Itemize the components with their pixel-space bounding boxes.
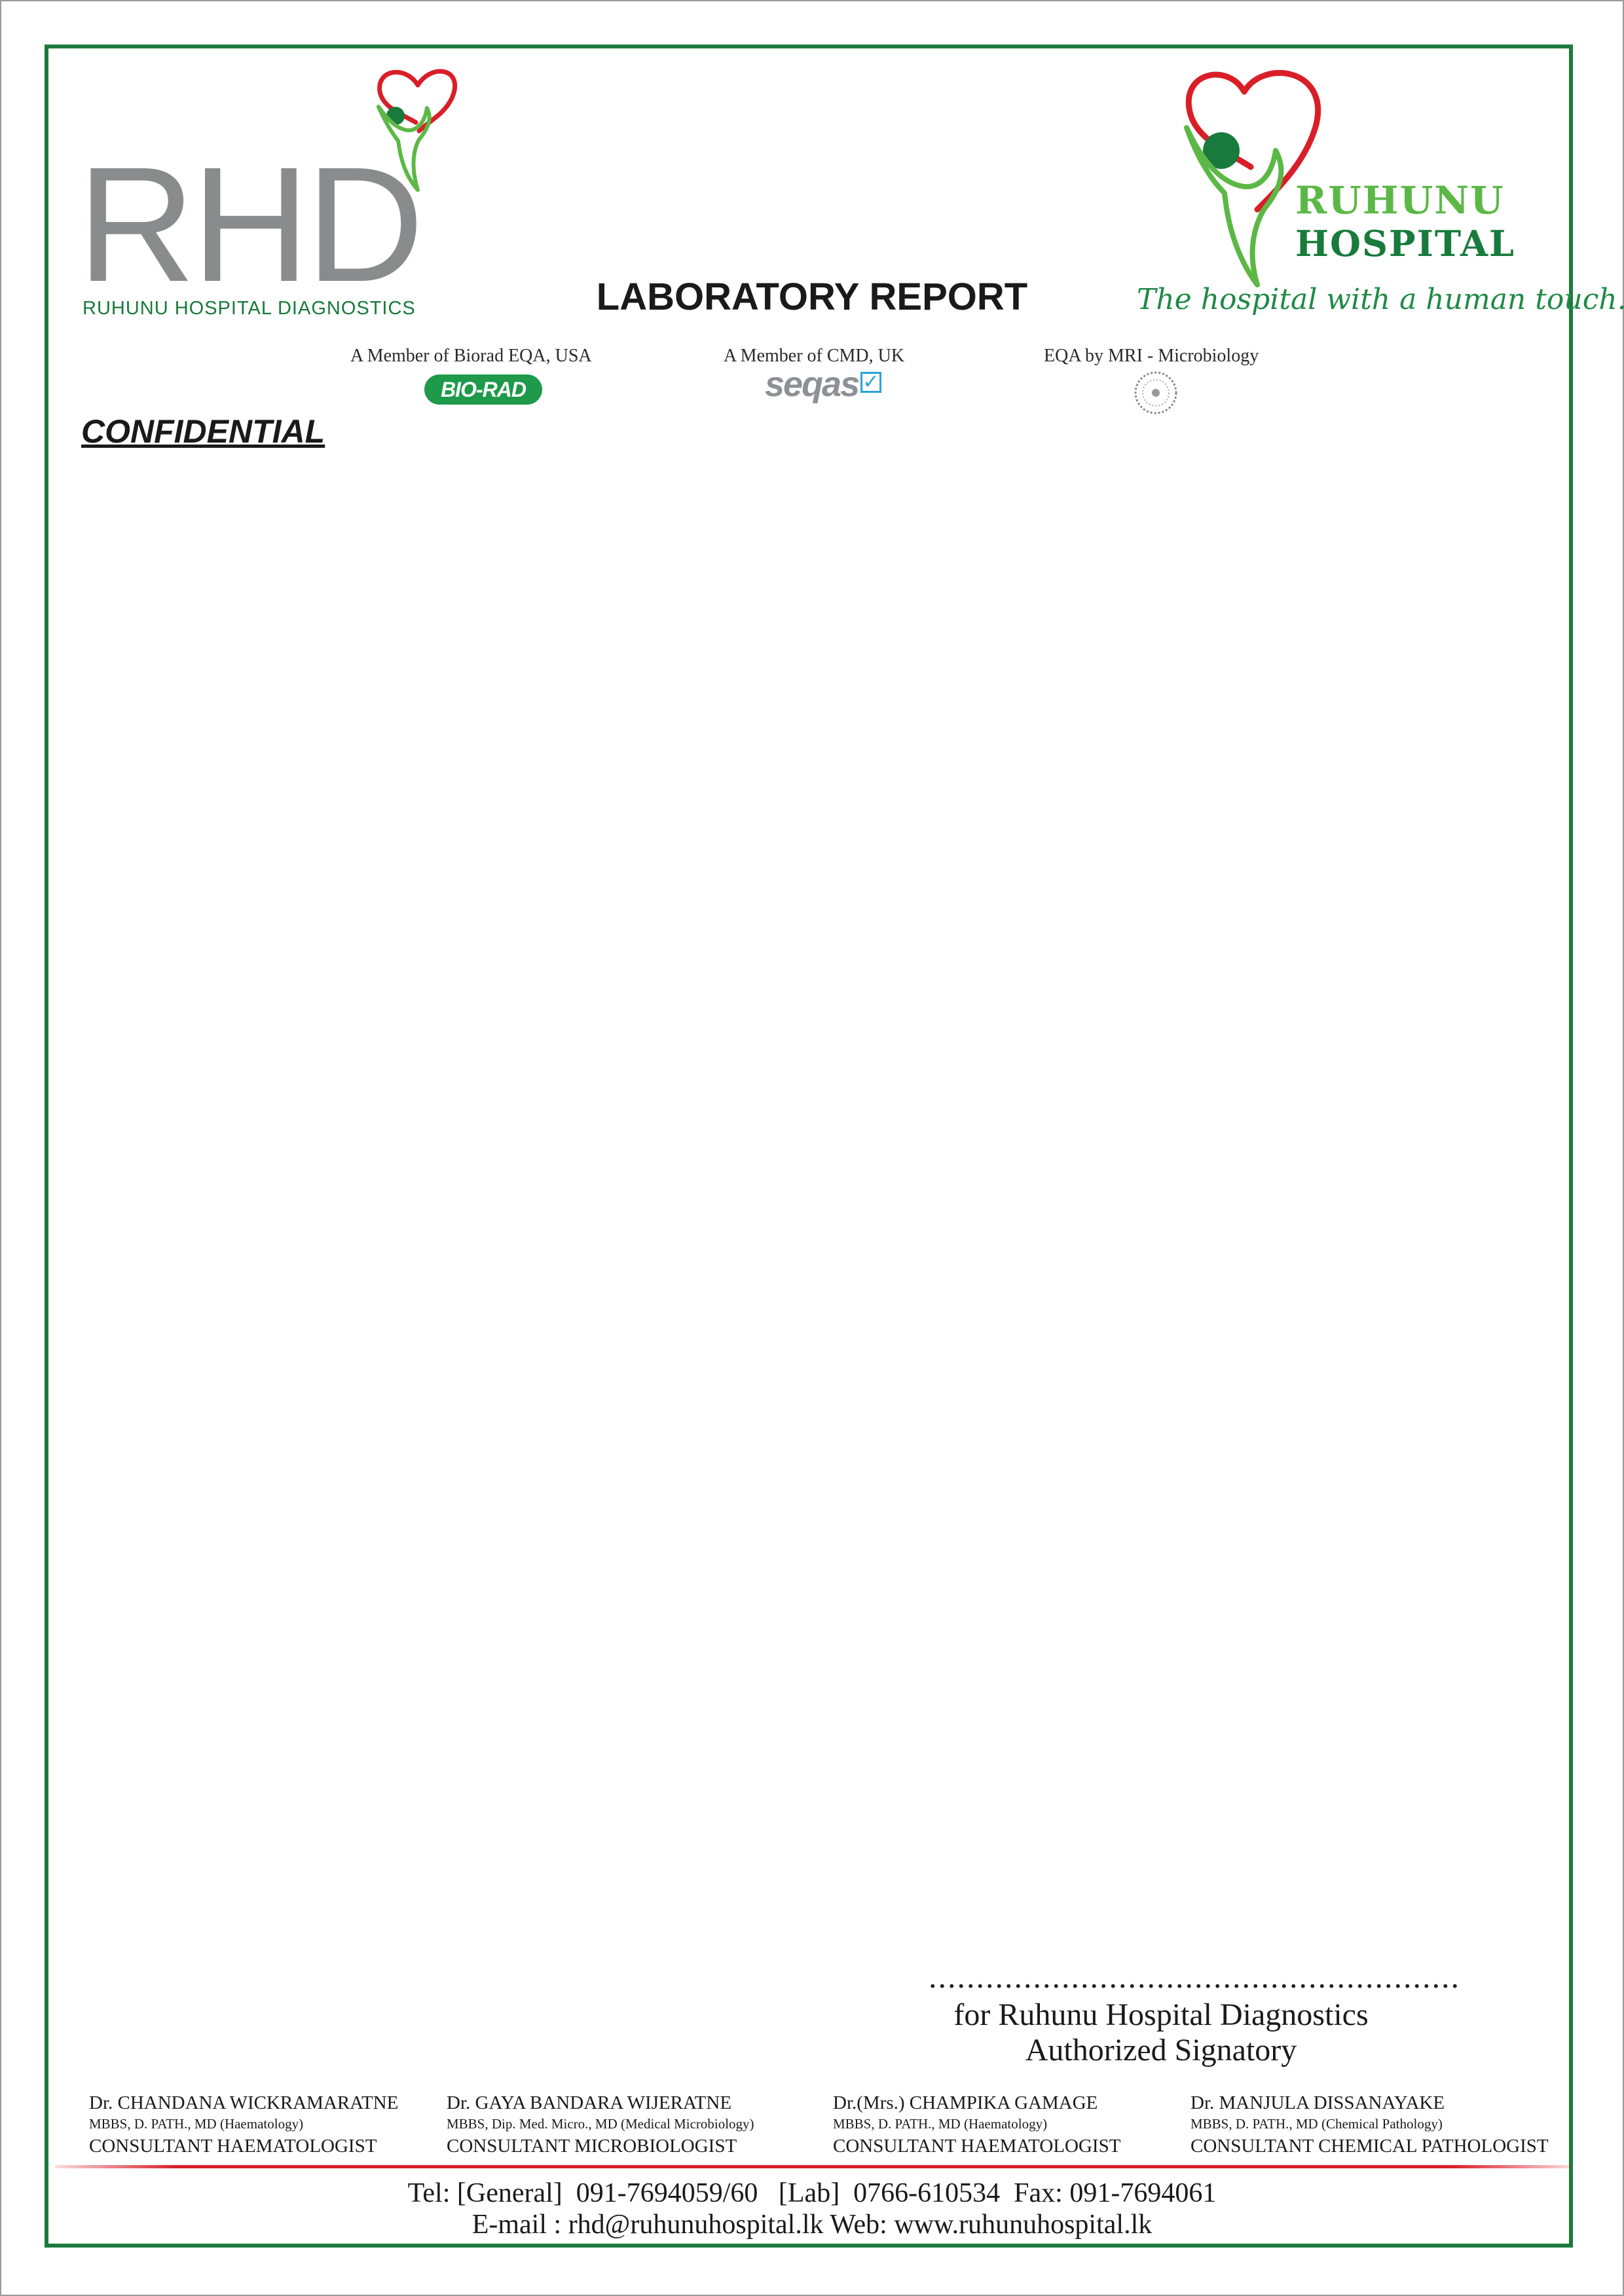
signature-line: ........................................… xyxy=(929,1958,1460,1995)
footer-divider xyxy=(55,2165,1573,2168)
hospital-name-line2: HOSPITAL xyxy=(1295,223,1516,264)
doctor-role: CONSULTANT MICROBIOLOGIST xyxy=(447,2136,737,2157)
seqas-logo: seqas xyxy=(765,365,860,404)
hospital-tagline: The hospital with a human touch... xyxy=(1137,283,1624,316)
membership-mri-text: EQA by MRI - Microbiology xyxy=(1044,346,1259,366)
doctor-name: Dr. CHANDANA WICKRAMARATNE xyxy=(89,2092,399,2113)
mri-seal-icon xyxy=(1134,371,1177,414)
doctor-qualifications: MBBS, D. PATH., MD (Haematology) xyxy=(833,2116,1048,2132)
doctor-1: Dr. CHANDANA WICKRAMARATNE MBBS, D. PATH… xyxy=(89,2092,398,2157)
biorad-logo: BIO-RAD xyxy=(424,374,542,405)
doctor-qualifications: MBBS, D. PATH., MD (Haematology) xyxy=(89,2116,304,2132)
doctor-role: CONSULTANT HAEMATOLOGIST xyxy=(89,2136,377,2157)
signature-title: Authorized Signatory xyxy=(1025,2033,1297,2068)
doctor-role: CONSULTANT HAEMATOLOGIST xyxy=(833,2136,1121,2157)
doctor-2: Dr. GAYA BANDARA WIJERATNE MBBS, Dip. Me… xyxy=(447,2092,754,2157)
doctor-name: Dr. GAYA BANDARA WIJERATNE xyxy=(447,2092,732,2113)
membership-cmd-text: A Member of CMD, UK xyxy=(724,346,905,366)
seqas-check-icon: ✓ xyxy=(860,372,881,393)
contact-email-web: E-mail : rhd@ruhunuhospital.lk Web: www.… xyxy=(471,2210,1153,2240)
doctor-qualifications: MBBS, Dip. Med. Micro., MD (Medical Micr… xyxy=(447,2116,754,2132)
doctor-4: Dr. MANJULA DISSANAYAKE MBBS, D. PATH., … xyxy=(1190,2092,1549,2157)
doctor-name: Dr.(Mrs.) CHAMPIKA GAMAGE xyxy=(833,2092,1098,2113)
doctor-role: CONSULTANT CHEMICAL PATHOLOGIST xyxy=(1190,2136,1549,2157)
membership-biorad-text: A Member of Biorad EQA, USA xyxy=(350,346,592,366)
doctor-name: Dr. MANJULA DISSANAYAKE xyxy=(1190,2092,1445,2113)
doctor-3: Dr.(Mrs.) CHAMPIKA GAMAGE MBBS, D. PATH.… xyxy=(833,2092,1120,2157)
doctor-qualifications: MBBS, D. PATH., MD (Chemical Pathology) xyxy=(1190,2116,1443,2132)
confidential-label: CONFIDENTIAL xyxy=(81,413,325,450)
signature-org: for Ruhunu Hospital Diagnostics xyxy=(953,1997,1369,2032)
contact-phone: Tel: [General] 091-7694059/60 [Lab] 0766… xyxy=(407,2178,1217,2208)
hospital-name-line1: RUHUNU xyxy=(1295,178,1505,223)
